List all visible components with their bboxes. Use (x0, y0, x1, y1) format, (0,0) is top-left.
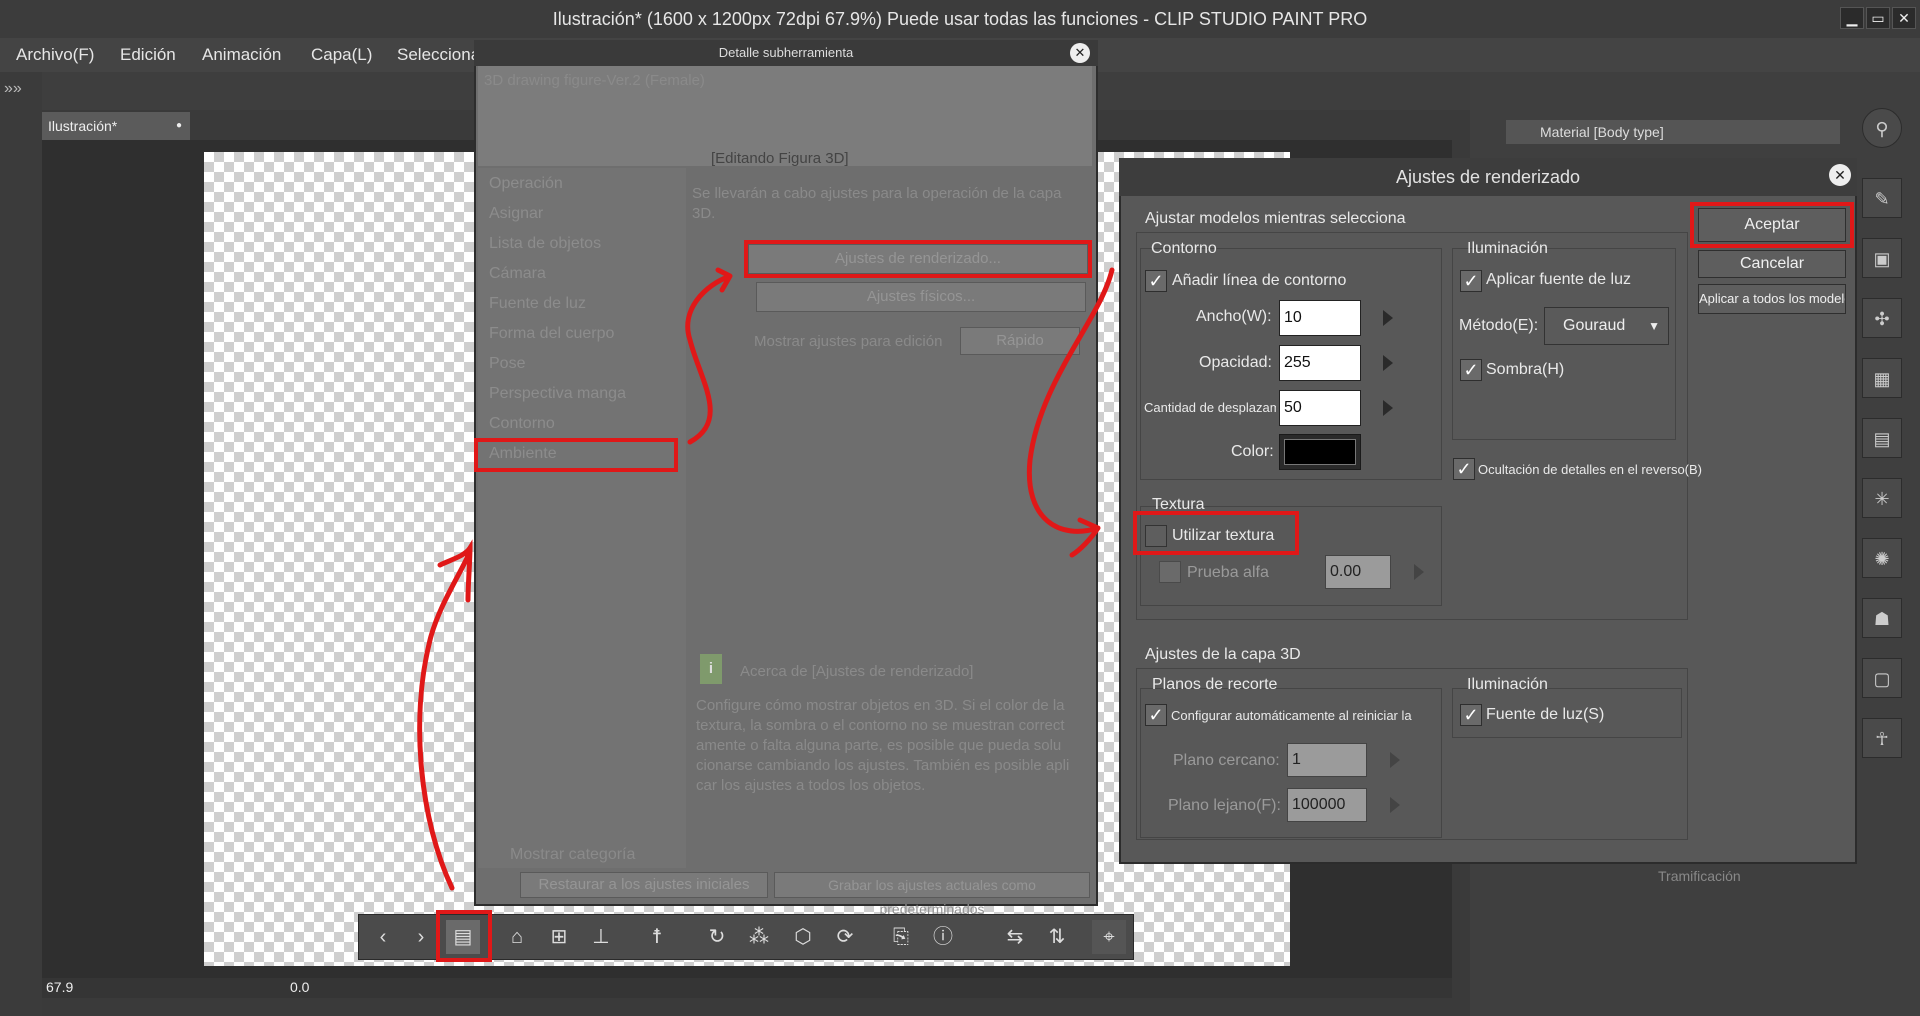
arrow-to-launcher (417, 539, 473, 891)
arrow-ambiente-to-render (685, 267, 733, 445)
annotation-arrows (417, 267, 1115, 891)
arrow-render-to-texture (1026, 267, 1115, 558)
